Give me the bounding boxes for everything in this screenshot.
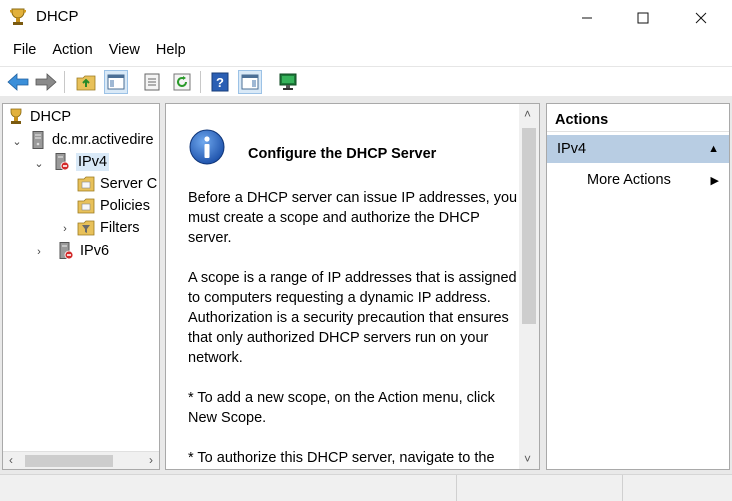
menu-action[interactable]: Action xyxy=(45,40,99,64)
chevron-right-icon[interactable]: › xyxy=(59,223,71,235)
status-bar xyxy=(0,474,732,501)
info-icon xyxy=(188,128,226,166)
server-icon xyxy=(29,131,47,149)
refresh-icon[interactable] xyxy=(170,70,194,94)
scroll-thumb[interactable] xyxy=(522,128,536,324)
properties-icon[interactable] xyxy=(140,70,164,94)
chevron-right-icon[interactable]: › xyxy=(33,246,45,258)
menu-view[interactable]: View xyxy=(102,40,147,64)
submenu-arrow-icon[interactable]: ▶ xyxy=(711,174,719,187)
back-arrow-icon[interactable] xyxy=(6,70,30,94)
tree-label-dhcp: DHCP xyxy=(30,109,72,125)
paragraph-add-scope: * To add a new scope, on the Action menu… xyxy=(188,390,495,426)
console-tree: DHCP ⌄ dc.mr.activedire ⌄ IPv4 Server C xyxy=(2,103,160,470)
folder-icon xyxy=(77,197,95,215)
tree-node-server[interactable]: dc.mr.activedire xyxy=(29,129,154,151)
tree-node-dhcp[interactable]: DHCP xyxy=(7,106,71,128)
scroll-down-icon[interactable]: ˅ xyxy=(524,452,531,466)
paragraph-authorize: * To authorize this DHCP server, navigat… xyxy=(188,450,495,466)
result-vertical-scrollbar[interactable]: ˄ ˅ xyxy=(519,104,539,469)
status-cell xyxy=(622,475,732,501)
more-actions-item[interactable]: More Actions xyxy=(587,172,671,188)
minimize-button[interactable] xyxy=(564,0,610,36)
folder-icon xyxy=(77,175,95,193)
close-button[interactable] xyxy=(678,0,724,36)
tree-label-policies: Policies xyxy=(100,198,150,214)
chevron-down-icon[interactable]: ⌄ xyxy=(11,135,23,148)
up-folder-icon[interactable] xyxy=(74,70,98,94)
dhcp-app-icon xyxy=(8,7,28,27)
menu-file[interactable]: File xyxy=(6,40,43,64)
scroll-left-icon[interactable]: ‹ xyxy=(9,453,13,467)
console-body: DHCP ⌄ dc.mr.activedire ⌄ IPv4 Server C xyxy=(0,96,732,474)
page-title: Configure the DHCP Server xyxy=(248,146,437,162)
actions-group-label: IPv4 xyxy=(557,141,587,157)
tree-node-server-options[interactable]: Server C xyxy=(77,173,157,195)
help-icon[interactable]: ? xyxy=(208,70,232,94)
show-hide-tree-icon[interactable] xyxy=(104,70,128,94)
tree-horizontal-scrollbar[interactable]: ‹ › xyxy=(3,451,159,469)
chevron-down-icon[interactable]: ⌄ xyxy=(33,157,45,170)
tree-label-ipv4: IPv4 xyxy=(76,153,110,171)
scroll-thumb[interactable] xyxy=(25,455,113,467)
actions-pane: Actions IPv4 ▲ More Actions ▶ xyxy=(546,103,730,470)
tree-label-filters: Filters xyxy=(100,220,140,236)
paragraph-scope: A scope is a range of IP addresses that … xyxy=(188,270,517,366)
show-hide-action-pane-icon[interactable] xyxy=(238,70,262,94)
tree-label-server: dc.mr.activedire xyxy=(52,132,154,148)
result-pane: Configure the DHCP Server Before a DHCP … xyxy=(165,103,540,470)
actions-group-ipv4[interactable]: IPv4 ▲ xyxy=(547,135,729,163)
status-cell xyxy=(456,475,622,501)
toolbar: ? xyxy=(0,66,732,96)
tree-node-policies[interactable]: Policies xyxy=(77,195,150,217)
window-title: DHCP xyxy=(36,8,79,25)
dhcp-trophy-icon xyxy=(7,108,25,126)
ipv4-server-icon xyxy=(53,153,71,171)
scroll-right-icon[interactable]: › xyxy=(149,453,153,467)
ipv6-server-icon xyxy=(57,242,75,260)
tree-label-server-options: Server C xyxy=(100,176,158,192)
scroll-up-icon[interactable]: ˄ xyxy=(524,107,531,121)
paragraph-intro: Before a DHCP server can issue IP addres… xyxy=(188,190,518,246)
collapse-up-icon[interactable]: ▲ xyxy=(708,143,719,155)
tree-node-ipv4[interactable]: IPv4 xyxy=(53,151,110,173)
forward-arrow-icon[interactable] xyxy=(34,70,58,94)
maximize-button[interactable] xyxy=(620,0,666,36)
monitor-icon[interactable] xyxy=(276,70,300,94)
actions-header: Actions xyxy=(547,104,729,132)
filter-icon xyxy=(77,219,95,237)
tree-label-ipv6: IPv6 xyxy=(80,243,110,259)
title-bar: DHCP xyxy=(0,0,732,36)
menu-bar: File Action View Help xyxy=(0,40,732,64)
tree-node-ipv6[interactable]: IPv6 xyxy=(57,240,109,262)
menu-help[interactable]: Help xyxy=(149,40,193,64)
tree-node-filters[interactable]: Filters xyxy=(77,217,139,239)
svg-text:?: ? xyxy=(216,75,224,90)
